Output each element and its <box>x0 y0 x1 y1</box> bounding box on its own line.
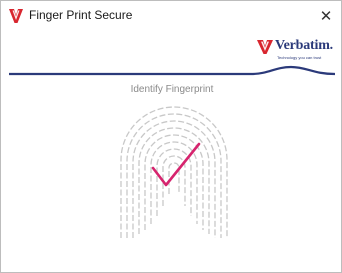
title-bar: Finger Print Secure ✕ <box>1 1 341 31</box>
close-button[interactable]: ✕ <box>315 5 337 27</box>
window-title: Finger Print Secure <box>29 8 133 22</box>
brand-name: Verbatim. <box>275 38 333 53</box>
verbatim-logo-icon <box>257 40 273 54</box>
fingerprint-icon <box>120 106 228 238</box>
app-window: Finger Print Secure ✕ Verbatim. Technolo… <box>0 0 342 273</box>
identify-fingerprint-prompt: Identify Fingerprint <box>130 84 214 95</box>
close-icon: ✕ <box>319 8 333 25</box>
verbatim-v-icon <box>9 9 23 23</box>
header-divider <box>9 65 336 76</box>
